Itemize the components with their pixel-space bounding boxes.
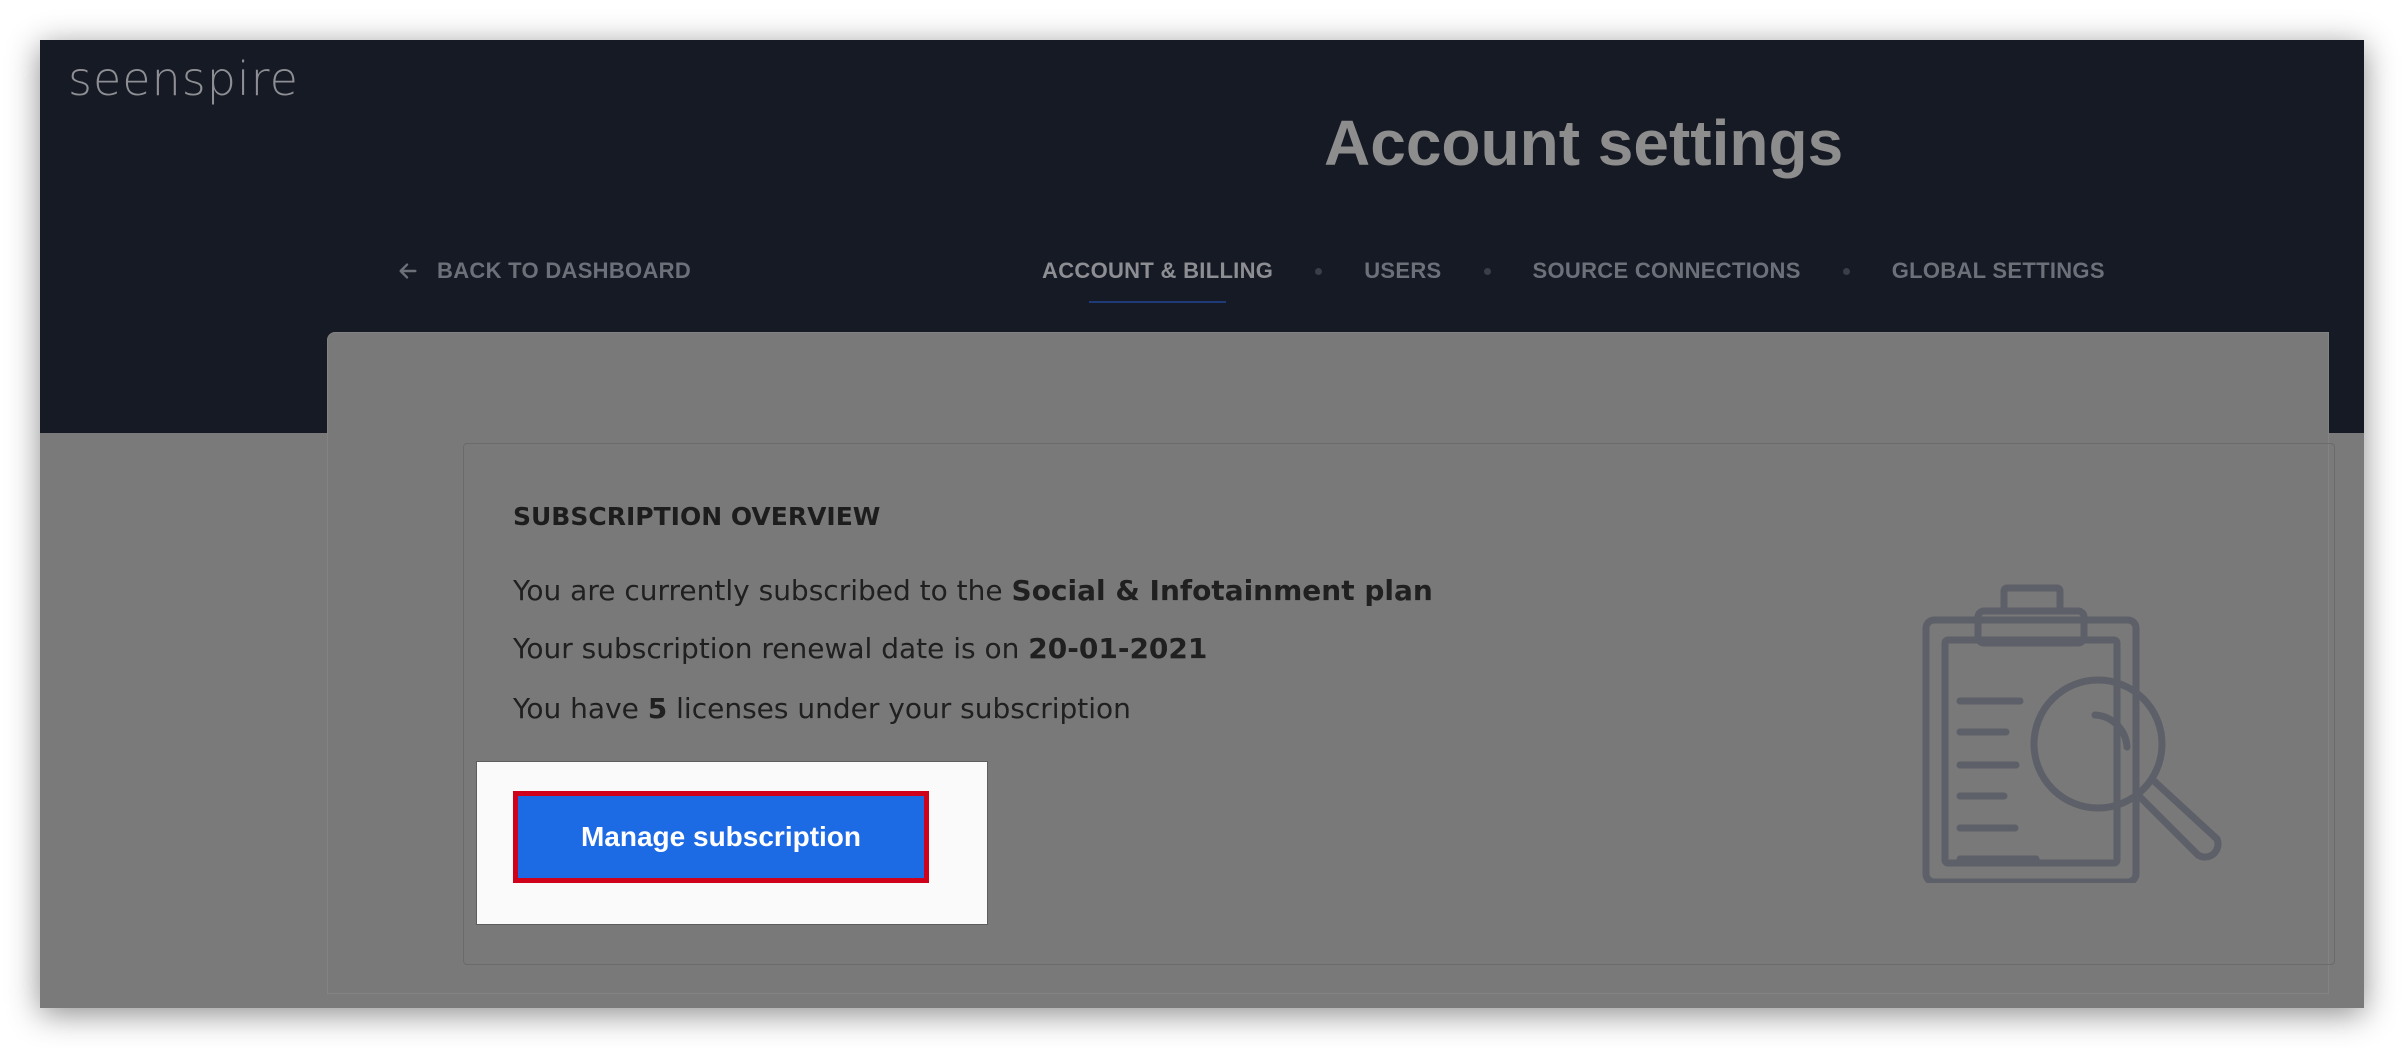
subscription-overview-heading: SUBSCRIPTION OVERVIEW <box>513 502 881 531</box>
plan-name: Social & Infotainment plan <box>1011 574 1433 607</box>
tab-global-settings[interactable]: GLOBAL SETTINGS <box>1892 258 2105 284</box>
tab-source-connections[interactable]: SOURCE CONNECTIONS <box>1533 258 1801 284</box>
back-to-dashboard-link[interactable]: BACK TO DASHBOARD <box>397 258 691 284</box>
tab-separator-dot <box>1842 267 1850 275</box>
licenses-prefix: You have <box>513 692 648 725</box>
arrow-left-icon <box>399 263 417 279</box>
tab-users[interactable]: USERS <box>1364 258 1441 284</box>
current-plan-prefix: You are currently subscribed to the <box>513 574 1012 607</box>
licenses-count: 5 <box>647 692 668 725</box>
tab-account-billing[interactable]: ACCOUNT & BILLING <box>1042 258 1273 303</box>
settings-tabs: ACCOUNT & BILLING USERS SOURCE CONNECTIO… <box>1042 258 2105 303</box>
renewal-date-value: 20-01-2021 <box>1028 632 1208 665</box>
licenses-text: You have 5 licenses under your subscript… <box>513 692 1131 725</box>
manage-subscription-button[interactable]: Manage subscription <box>513 791 929 883</box>
page-title: Account settings <box>1324 107 1844 179</box>
licenses-suffix: licenses under your subscription <box>667 692 1131 725</box>
clipboard-search-icon <box>1922 584 2222 883</box>
tab-separator-dot <box>1483 267 1491 275</box>
seenspire-logo[interactable]: seenspire <box>68 52 299 106</box>
tab-separator-dot <box>1315 267 1323 275</box>
renewal-date-prefix: Your subscription renewal date is on <box>513 632 1029 665</box>
back-to-dashboard-label: BACK TO DASHBOARD <box>437 258 692 283</box>
current-plan-text: You are currently subscribed to the Soci… <box>513 574 1433 607</box>
renewal-date-text: Your subscription renewal date is on 20-… <box>513 632 1207 665</box>
